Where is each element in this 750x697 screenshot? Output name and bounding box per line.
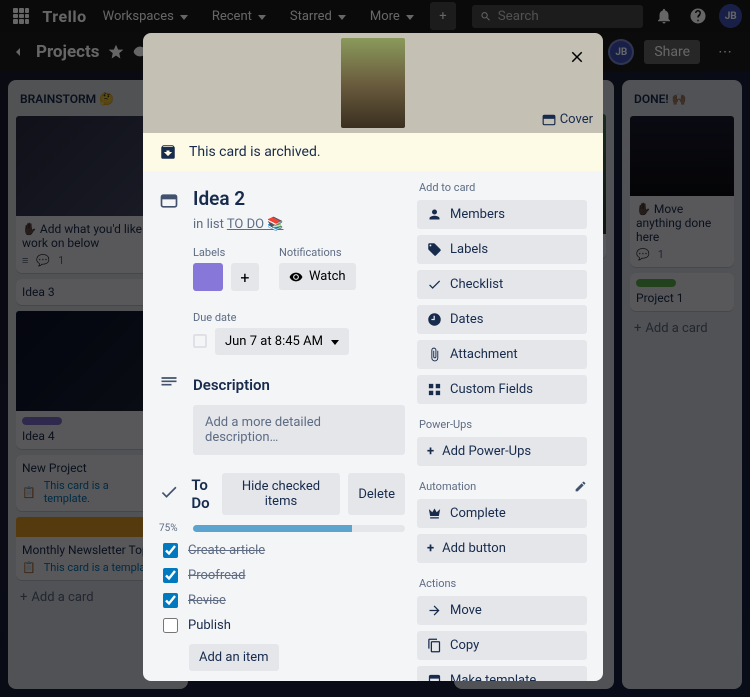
checklist-button[interactable]: Checklist	[417, 270, 587, 299]
due-checkbox[interactable]	[193, 334, 207, 348]
checklist-item[interactable]: Publish	[159, 613, 405, 638]
arrow-right-icon	[427, 603, 442, 618]
description-input[interactable]: Add a more detailed description…	[193, 405, 405, 455]
clock-icon	[427, 312, 442, 327]
card-cover[interactable]: Cover	[143, 33, 603, 133]
delete-checklist-button[interactable]: Delete	[348, 473, 405, 515]
labels-label: Labels	[193, 246, 259, 259]
card-modal: Cover This card is archived. Idea 2 in l…	[143, 33, 603, 681]
copy-icon	[427, 638, 442, 653]
eye-icon	[289, 270, 303, 284]
progress-percent: 75%	[159, 523, 185, 534]
checklist-item[interactable]: Proofread	[159, 563, 405, 588]
due-date-label: Due date	[193, 311, 349, 324]
checklist-checkbox[interactable]	[163, 593, 178, 608]
custom-fields-button[interactable]: Custom Fields	[417, 375, 587, 404]
attachment-button[interactable]: Attachment	[417, 340, 587, 369]
powerups-label: Power-Ups	[419, 418, 587, 431]
checklist-icon	[159, 482, 179, 506]
checklist-item-text: Publish	[188, 618, 231, 633]
archive-icon	[159, 143, 177, 161]
archived-banner: This card is archived.	[143, 133, 603, 171]
tag-icon	[427, 242, 442, 257]
checklist-item[interactable]: Create article	[159, 538, 405, 563]
checklist-checkbox[interactable]	[163, 568, 178, 583]
checklist-item-text: Proofread	[188, 568, 245, 583]
checklist-item-text: Revise	[188, 593, 226, 608]
paperclip-icon	[427, 347, 442, 362]
fields-icon	[427, 382, 442, 397]
crown-icon	[427, 506, 442, 521]
add-to-card-label: Add to card	[419, 181, 587, 194]
add-label-button[interactable]: +	[231, 263, 259, 291]
actions-label: Actions	[419, 577, 587, 590]
add-automation-button[interactable]: +Add button	[417, 534, 587, 563]
add-checklist-item-button[interactable]: Add an item	[189, 644, 279, 671]
dates-button[interactable]: Dates	[417, 305, 587, 334]
cover-button[interactable]: Cover	[542, 112, 593, 127]
cover-image	[341, 38, 405, 128]
label-purple[interactable]	[193, 263, 223, 291]
description-icon	[159, 373, 181, 397]
complete-button[interactable]: Complete	[417, 499, 587, 528]
automation-label: Automation	[419, 480, 476, 493]
checklist-checkbox[interactable]	[163, 618, 178, 633]
checklist-item-text: Create article	[188, 543, 265, 558]
description-title: Description	[193, 376, 405, 394]
list-link[interactable]: TO DO 📚	[227, 217, 284, 232]
edit-automation-icon[interactable]	[574, 480, 587, 493]
members-button[interactable]: Members	[417, 200, 587, 229]
template-icon	[427, 673, 442, 681]
checklist-item[interactable]: Revise	[159, 588, 405, 613]
copy-button[interactable]: Copy	[417, 631, 587, 660]
archived-text: This card is archived.	[189, 144, 321, 160]
close-button[interactable]	[563, 43, 591, 71]
hide-checked-button[interactable]: Hide checked items	[222, 473, 341, 515]
add-powerups-button[interactable]: +Add Power-Ups	[417, 437, 587, 466]
card-title[interactable]: Idea 2	[193, 187, 245, 210]
labels-button[interactable]: Labels	[417, 235, 587, 264]
move-button[interactable]: Move	[417, 596, 587, 625]
notifications-label: Notifications	[279, 246, 356, 259]
make-template-button[interactable]: Make template	[417, 666, 587, 681]
watch-button[interactable]: Watch	[279, 263, 356, 290]
due-date-button[interactable]: Jun 7 at 8:45 AM	[215, 328, 349, 355]
checklist-title[interactable]: To Do	[191, 476, 209, 512]
close-icon	[568, 48, 586, 66]
cover-icon	[542, 113, 556, 127]
checklist-checkbox[interactable]	[163, 543, 178, 558]
user-icon	[427, 207, 442, 222]
in-list: in list TO DO 📚	[193, 217, 405, 232]
card-icon	[159, 187, 181, 215]
check-icon	[427, 277, 442, 292]
progress-bar	[193, 525, 405, 532]
